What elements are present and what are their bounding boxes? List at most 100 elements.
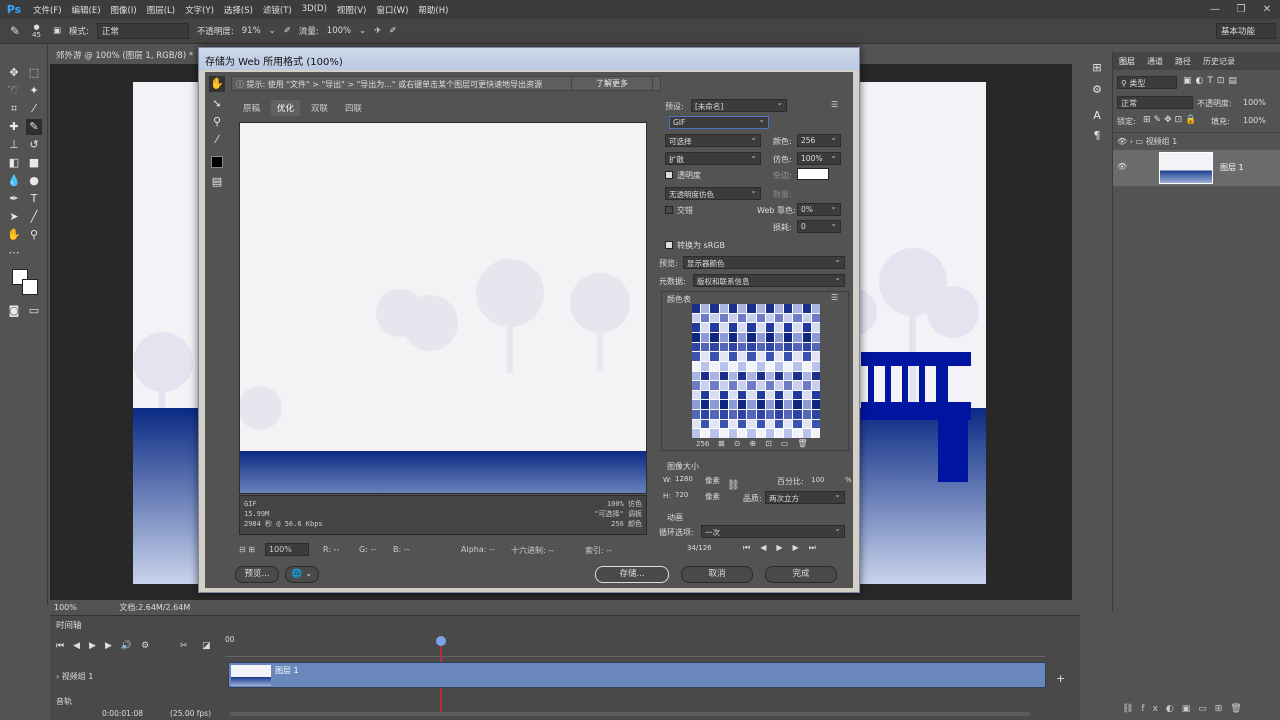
lock-icons[interactable]: ⊞✎✥⊡🔒 — [1143, 115, 1199, 125]
layer-group-row[interactable]: 👁 › ▭ 视频组 1 — [1113, 132, 1280, 150]
dither-algo-select[interactable]: 扩散 — [665, 152, 761, 165]
color-swatch[interactable] — [793, 304, 802, 313]
color-swatch[interactable] — [692, 304, 701, 313]
color-swatch[interactable] — [802, 313, 811, 323]
color-swatch[interactable] — [710, 361, 719, 371]
color-swatch[interactable] — [710, 400, 719, 410]
color-swatch[interactable] — [719, 410, 728, 419]
blend-mode-select[interactable]: 正常 — [1117, 96, 1193, 109]
animation-controls[interactable]: ⏮◀▶▶⏭ — [743, 543, 826, 553]
color-swatch[interactable] — [728, 381, 738, 390]
eyedropper-color-swatch[interactable] — [211, 156, 223, 168]
document-tab[interactable]: 郊外游 @ 100% (图层 1, RGB/8) * — [50, 46, 220, 64]
color-swatch[interactable] — [710, 381, 719, 390]
color-swatch[interactable] — [765, 304, 774, 313]
color-swatch-grid[interactable] — [692, 304, 820, 438]
color-swatch[interactable] — [811, 390, 820, 400]
color-swatch[interactable] — [793, 410, 802, 419]
color-swatch[interactable] — [811, 342, 820, 352]
height-value[interactable]: 720 — [675, 491, 688, 499]
color-swatch[interactable] — [774, 313, 784, 323]
color-swatch[interactable] — [756, 361, 765, 371]
color-swatch[interactable] — [774, 361, 784, 371]
color-swatch[interactable] — [728, 332, 738, 342]
metadata-select[interactable]: 版权和联系信息 — [693, 274, 845, 287]
menu-item[interactable]: 视图(V) — [332, 4, 371, 16]
crop-tool-icon[interactable]: ⌗ — [6, 101, 22, 117]
color-swatch[interactable] — [765, 323, 774, 332]
color-swatch[interactable] — [784, 313, 793, 323]
zoom-tool-icon[interactable]: ⚲ — [26, 227, 42, 243]
zoom-buttons[interactable]: ⊟ ⊞ — [239, 545, 255, 554]
color-swatch[interactable] — [738, 390, 747, 400]
color-swatch[interactable] — [774, 429, 784, 438]
menu-item[interactable]: 滤镜(T) — [258, 4, 297, 16]
eraser-tool-icon[interactable]: ◧ — [6, 155, 22, 171]
color-swatch[interactable] — [756, 429, 765, 438]
hand-tool-icon[interactable]: ✋ — [209, 76, 225, 92]
color-swatch[interactable] — [692, 352, 701, 361]
link-icon[interactable]: ⛓ — [727, 480, 740, 491]
color-swatch[interactable] — [765, 361, 774, 371]
history-brush-icon[interactable]: ↺ — [26, 137, 42, 153]
pressure-opacity-icon[interactable]: ✐ — [284, 26, 291, 36]
healing-brush-icon[interactable]: ✚ — [6, 119, 22, 135]
color-swatch[interactable] — [784, 361, 793, 371]
transition-icon[interactable]: ◪ — [202, 641, 211, 651]
color-swatch[interactable] — [765, 342, 774, 352]
color-swatch[interactable] — [738, 304, 747, 313]
character-panel-icon[interactable]: A — [1089, 108, 1105, 124]
tab-original[interactable]: 原稿 — [237, 100, 266, 116]
color-swatch[interactable] — [756, 313, 765, 323]
tab-2up[interactable]: 双联 — [305, 100, 334, 116]
mode-select[interactable]: 正常 — [96, 23, 189, 39]
menu-item[interactable]: 3D(D) — [297, 4, 332, 16]
menu-item[interactable]: 窗口(W) — [371, 4, 413, 16]
menu-item[interactable]: 帮助(H) — [413, 4, 453, 16]
color-swatch[interactable] — [747, 419, 756, 429]
color-swatch[interactable] — [710, 304, 719, 313]
minimize-icon[interactable]: — — [1202, 4, 1228, 15]
menu-icon[interactable]: ☰ — [831, 100, 838, 109]
color-swatch[interactable] — [756, 342, 765, 352]
color-swatch[interactable] — [811, 361, 820, 371]
web-snap-select[interactable]: 0% — [797, 203, 841, 216]
save-button[interactable]: 存储... — [595, 566, 669, 583]
time-ruler[interactable] — [225, 647, 1045, 657]
color-swatch[interactable] — [738, 371, 747, 381]
color-swatch[interactable] — [701, 381, 710, 390]
color-swatch[interactable] — [811, 323, 820, 332]
color-swatch[interactable] — [728, 352, 738, 361]
color-swatch[interactable] — [765, 381, 774, 390]
color-swatch[interactable] — [692, 371, 701, 381]
color-swatch[interactable] — [756, 410, 765, 419]
menu-item[interactable]: 选择(S) — [219, 4, 258, 16]
color-swatch[interactable] — [765, 390, 774, 400]
line-tool-icon[interactable]: ╱ — [26, 209, 42, 225]
tab-optimized[interactable]: 优化 — [271, 100, 301, 116]
color-swatch[interactable] — [811, 332, 820, 342]
color-swatch[interactable] — [701, 419, 710, 429]
color-table-tools[interactable]: ⊠⊙⊕⊡▭🗑 — [718, 439, 817, 448]
color-swatch[interactable] — [710, 352, 719, 361]
color-swatch[interactable] — [692, 332, 701, 342]
slice-select-icon[interactable]: ➘ — [209, 96, 225, 112]
color-swatch[interactable] — [784, 342, 793, 352]
color-swatch[interactable] — [811, 429, 820, 438]
color-swatch[interactable] — [802, 410, 811, 419]
layer-opacity-value[interactable]: 100% — [1243, 98, 1266, 107]
playback-controls[interactable]: ⏮◀▶▶🔊⚙ — [56, 641, 158, 651]
workspace-select[interactable]: 基本功能 — [1216, 23, 1276, 39]
color-swatch[interactable] — [728, 419, 738, 429]
opacity-value[interactable]: 91% — [242, 26, 261, 36]
color-swatch[interactable] — [719, 361, 728, 371]
color-swatch[interactable] — [692, 342, 701, 352]
color-swatch[interactable] — [811, 371, 820, 381]
color-swatch[interactable] — [738, 400, 747, 410]
color-swatch[interactable] — [811, 352, 820, 361]
color-swatch[interactable] — [811, 400, 820, 410]
color-swatch[interactable] — [728, 429, 738, 438]
color-swatch[interactable] — [765, 419, 774, 429]
color-swatch[interactable] — [756, 352, 765, 361]
color-swatch[interactable] — [802, 381, 811, 390]
